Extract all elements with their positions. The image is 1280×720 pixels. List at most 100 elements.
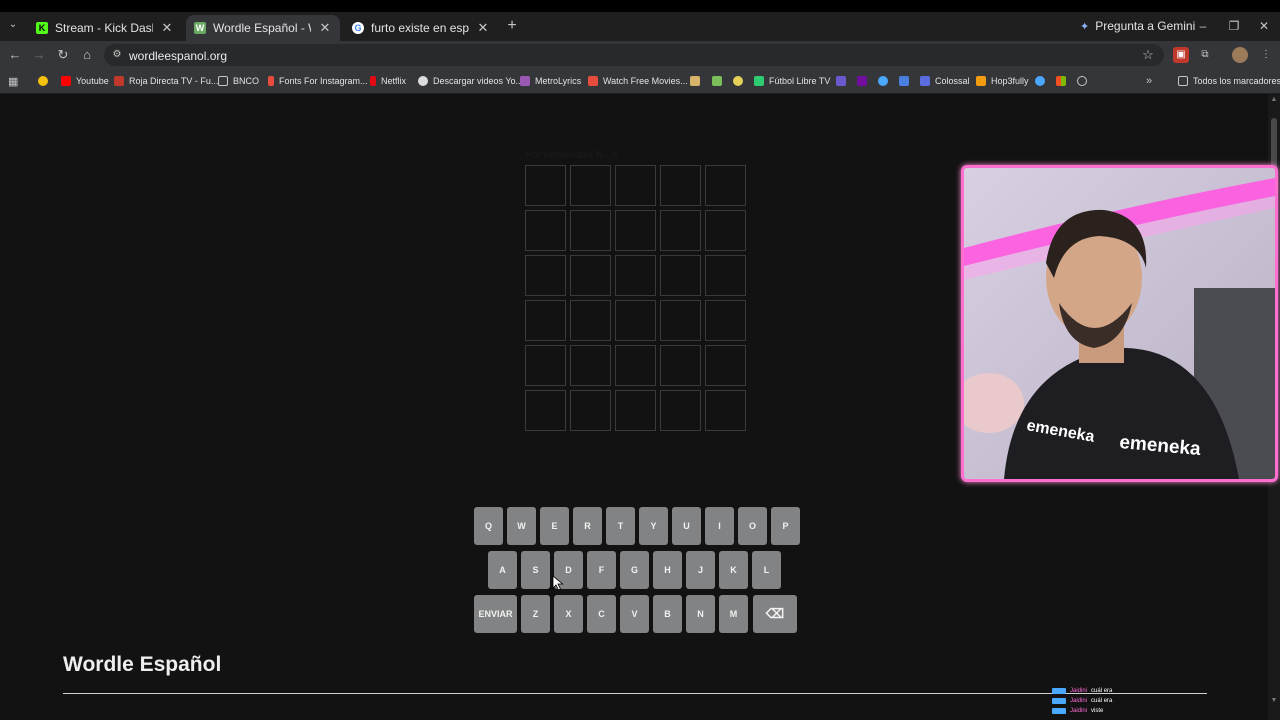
key-j[interactable]: J — [686, 551, 715, 589]
scroll-down-icon[interactable]: ▼ — [1269, 697, 1279, 707]
bookmark-icon-7[interactable] — [1035, 73, 1045, 89]
close-tab-icon[interactable]: ✕ — [476, 20, 490, 36]
site-icon — [899, 76, 909, 86]
letter-tile — [525, 390, 566, 431]
letter-tile — [660, 255, 701, 296]
key-k[interactable]: K — [719, 551, 748, 589]
forward-icon[interactable]: → — [30, 46, 48, 64]
yahoo-icon — [857, 76, 867, 86]
url-text[interactable]: wordleespanol.org — [129, 49, 227, 63]
key-b[interactable]: B — [653, 595, 682, 633]
key-x[interactable]: X — [554, 595, 583, 633]
bookmark-hop3fully[interactable]: Hop3fully — [976, 73, 1029, 89]
chat-badge-icon — [1052, 688, 1066, 694]
bookmark-label: Youtube — [76, 76, 109, 86]
bookmark-icon-2[interactable] — [712, 73, 722, 89]
key-p[interactable]: P — [771, 507, 800, 545]
key-m[interactable]: M — [719, 595, 748, 633]
key-g[interactable]: G — [620, 551, 649, 589]
bookmark-futbol-libre[interactable]: Fútbol Libre TV — [754, 73, 830, 89]
folder-icon — [218, 76, 228, 86]
key-h[interactable]: H — [653, 551, 682, 589]
letter-tile — [615, 255, 656, 296]
globe-icon — [1077, 76, 1087, 86]
bookmark-bnco[interactable]: BNCO — [218, 73, 259, 89]
backspace-key[interactable]: ⌫ — [753, 595, 797, 633]
key-y[interactable]: Y — [639, 507, 668, 545]
key-o[interactable]: O — [738, 507, 767, 545]
key-t[interactable]: T — [606, 507, 635, 545]
bookmark-metrolyrics[interactable]: MetroLyrics — [520, 73, 581, 89]
back-icon[interactable]: ← — [6, 46, 24, 64]
tab-kick-dashboard[interactable]: K Stream - Kick Dashboard ✕ — [28, 15, 182, 41]
key-l[interactable]: L — [752, 551, 781, 589]
download-icon — [418, 76, 428, 86]
bookmark-icon-3[interactable] — [733, 73, 743, 89]
bookmark-yahoo[interactable] — [857, 73, 867, 89]
key-s[interactable]: S — [521, 551, 550, 589]
menu-kebab-icon[interactable]: ⋮ — [1258, 47, 1274, 63]
bookmark-icon-5[interactable] — [878, 73, 888, 89]
key-z[interactable]: Z — [521, 595, 550, 633]
apps-grid-icon[interactable]: ▦ — [8, 73, 18, 89]
roja-icon — [114, 76, 124, 86]
bookmark-colossal[interactable]: Colossal — [920, 73, 970, 89]
kick-icon: K — [36, 22, 48, 34]
bookmark-icon-8[interactable] — [1077, 73, 1087, 89]
enter-key[interactable]: ENVIAR — [474, 595, 517, 633]
bookmark-youtube[interactable]: Youtube — [61, 73, 109, 89]
close-tab-icon[interactable]: ✕ — [318, 20, 332, 36]
new-tab-button[interactable]: + — [503, 17, 521, 35]
letter-tile — [705, 255, 746, 296]
letter-tile — [525, 300, 566, 341]
restore-icon[interactable]: ❐ — [1225, 17, 1243, 35]
letter-tile — [570, 345, 611, 386]
reload-icon[interactable]: ↻ — [54, 46, 72, 64]
letter-tile — [615, 390, 656, 431]
scroll-up-icon[interactable]: ▲ — [1269, 96, 1279, 106]
bookmark-roja-directa[interactable]: Roja Directa TV - Fu... — [114, 73, 218, 89]
key-f[interactable]: F — [587, 551, 616, 589]
key-a[interactable]: A — [488, 551, 517, 589]
bookmarks-overflow-icon[interactable]: » — [1146, 73, 1152, 89]
tab-search-icon[interactable]: ⌄ — [6, 19, 20, 33]
bookmark-icon-6[interactable] — [899, 73, 909, 89]
letter-tile — [615, 165, 656, 206]
gemini-button[interactable]: ✦ Pregunta a Gemini — [1080, 19, 1195, 33]
tab-google-search[interactable]: G furto existe en español - Busca ✕ — [344, 15, 498, 41]
key-v[interactable]: V — [620, 595, 649, 633]
bookmark-all[interactable]: Todos los marcadores — [1178, 73, 1280, 89]
bookmark-netflix[interactable]: Netflix — [370, 73, 406, 89]
bookmark-fonts[interactable]: Fonts For Instagram... — [268, 73, 368, 89]
close-tab-icon[interactable]: ✕ — [160, 20, 174, 36]
bookmark-icon-1[interactable] — [690, 73, 700, 89]
address-bar[interactable] — [104, 44, 1164, 66]
letter-tile — [570, 255, 611, 296]
bookmark-icon-4[interactable] — [836, 73, 846, 89]
site-info-icon[interactable]: ⚙ — [110, 48, 124, 62]
key-c[interactable]: C — [587, 595, 616, 633]
key-r[interactable]: R — [573, 507, 602, 545]
extension-icon[interactable]: ▣ — [1173, 47, 1189, 63]
key-u[interactable]: U — [672, 507, 701, 545]
home-icon[interactable]: ⌂ — [78, 46, 96, 64]
profile-avatar[interactable] — [1232, 47, 1248, 63]
tab-wordle[interactable]: W Wordle Español - Wordle ilimita ✕ — [186, 15, 340, 41]
key-e[interactable]: E — [540, 507, 569, 545]
chat-badge-icon — [1052, 698, 1066, 704]
bookmark-watch-movies[interactable]: Watch Free Movies... — [588, 73, 688, 89]
letter-tile — [705, 345, 746, 386]
close-window-icon[interactable]: ✕ — [1255, 17, 1273, 35]
key-q[interactable]: Q — [474, 507, 503, 545]
extensions-puzzle-icon[interactable]: ⧉ — [1197, 47, 1213, 63]
bookmark-descargar[interactable]: Descargar videos Yo... — [418, 73, 523, 89]
key-w[interactable]: W — [507, 507, 536, 545]
key-i[interactable]: I — [705, 507, 734, 545]
bookmark-microsoft[interactable] — [1056, 73, 1066, 89]
bookmark-star-icon[interactable]: ☆ — [1140, 47, 1156, 63]
letter-tile — [660, 345, 701, 386]
key-n[interactable]: N — [686, 595, 715, 633]
bookmark-emoji[interactable] — [38, 73, 48, 89]
minimize-icon[interactable]: – — [1194, 17, 1212, 35]
chat-username: Jaidini — [1070, 708, 1088, 714]
